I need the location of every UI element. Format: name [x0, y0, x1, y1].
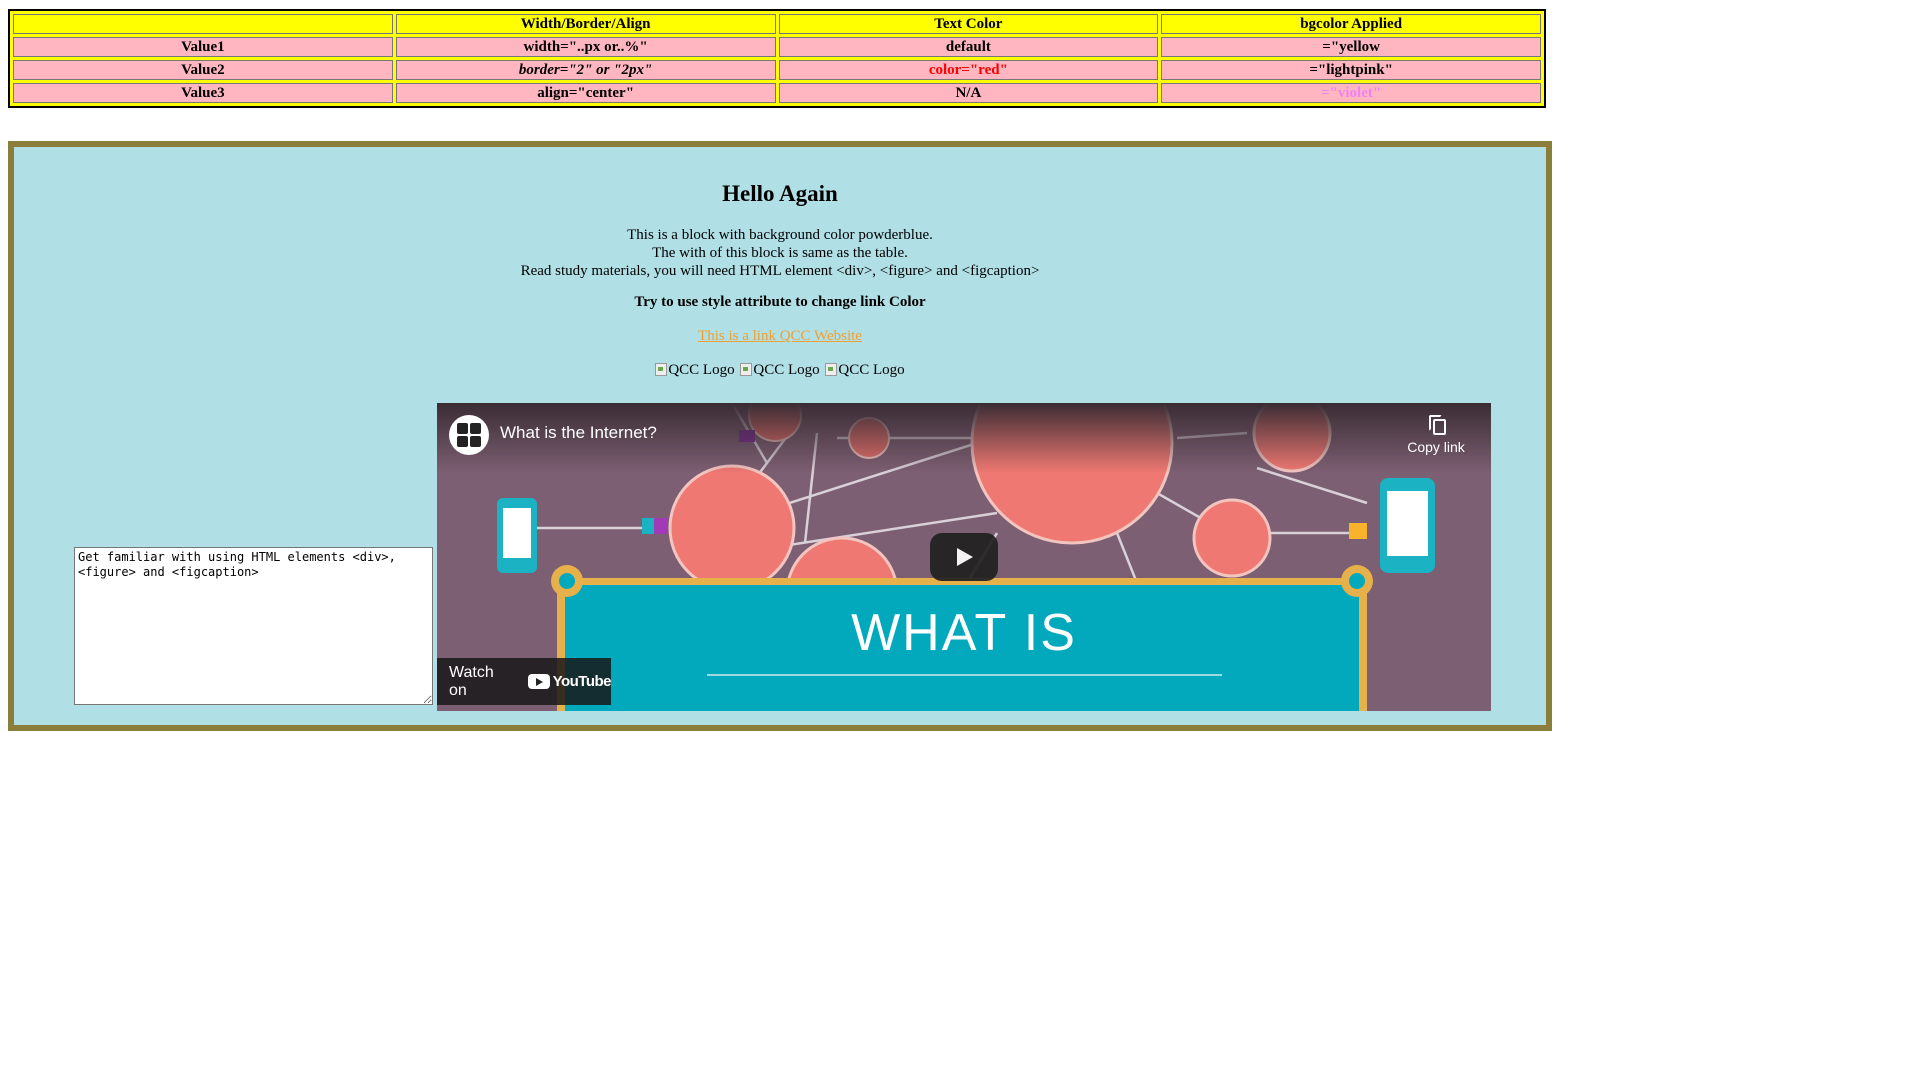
copy-link-button[interactable]: Copy link [1401, 415, 1471, 455]
intro-line: This is a block with background color po… [627, 227, 933, 243]
youtube-embed[interactable]: WHAT IS What is the Internet? Copy link … [437, 403, 1491, 711]
copy-link-label: Copy link [1407, 439, 1465, 455]
table-cell: width="..px or..%" [395, 37, 776, 57]
block-instruction: Try to use style attribute to change lin… [634, 294, 926, 310]
powderblue-block: Hello Again This is a block with backgro… [8, 141, 1552, 731]
notes-textarea[interactable] [74, 547, 433, 705]
table-row: Value3 align="center" N/A ="violet" [13, 83, 1541, 103]
watch-on-label: Watch on [449, 663, 494, 699]
table-header-row: Width/Border/Align Text Color bgcolor Ap… [13, 14, 1541, 34]
qcc-logo-image: QCC Logo [740, 362, 820, 379]
table-cell: Value3 [13, 83, 393, 103]
table-cell: Value1 [13, 37, 393, 57]
youtube-wordmark: YouTube [552, 673, 612, 690]
watch-on-youtube-button[interactable]: Watch on YouTube [437, 658, 612, 705]
play-button[interactable] [930, 533, 998, 581]
youtube-play-icon [527, 674, 550, 689]
copy-icon [1429, 415, 1446, 435]
table-header-cell: Width/Border/Align [395, 14, 776, 34]
table-cell: color="red" [778, 60, 1159, 80]
page: Width/Border/Align Text Color bgcolor Ap… [0, 0, 1920, 1080]
intro-line: Read study materials, you will need HTML… [520, 263, 1040, 279]
broken-image-icon [740, 363, 753, 376]
table-row: Value2 border="2" or "2px" color="red" =… [13, 60, 1541, 80]
block-heading: Hello Again [722, 181, 838, 206]
video-title[interactable]: What is the Internet? [500, 423, 657, 443]
logo-alt-text: QCC Logo [753, 362, 820, 378]
table-cell: ="lightpink" [1161, 60, 1541, 80]
logo-row: QCC Logo QCC Logo QCC Logo [14, 362, 1546, 379]
table-cell: border="2" or "2px" [395, 60, 776, 80]
link-paragraph: This is a link QCC Website [14, 328, 1546, 345]
video-headline: WHAT IS [851, 604, 1077, 662]
table-header-cell [13, 14, 393, 34]
qcc-logo-image: QCC Logo [655, 362, 735, 379]
broken-image-icon [655, 363, 668, 376]
intro-line: The with of this block is same as the ta… [652, 245, 908, 261]
logo-alt-text: QCC Logo [668, 362, 735, 378]
attributes-table: Width/Border/Align Text Color bgcolor Ap… [8, 9, 1546, 108]
qcc-website-link[interactable]: This is a link QCC Website [698, 328, 862, 344]
table-cell: default [778, 37, 1159, 57]
table-cell: N/A [778, 83, 1159, 103]
table-row: Value1 width="..px or..%" default ="yell… [13, 37, 1541, 57]
broken-image-icon [825, 363, 838, 376]
logo-alt-text: QCC Logo [838, 362, 905, 378]
table-cell: Value2 [13, 60, 393, 80]
channel-avatar-icon[interactable] [449, 415, 489, 455]
table-cell: align="center" [395, 83, 776, 103]
qcc-logo-image: QCC Logo [825, 362, 905, 379]
table-header-cell: bgcolor Applied [1161, 14, 1541, 34]
table-header-cell: Text Color [778, 14, 1159, 34]
block-intro: This is a block with background color po… [14, 226, 1546, 280]
youtube-logo-icon: YouTube [527, 673, 612, 690]
table-cell: ="yellow [1161, 37, 1541, 57]
table-cell: ="violet" [1161, 83, 1541, 103]
